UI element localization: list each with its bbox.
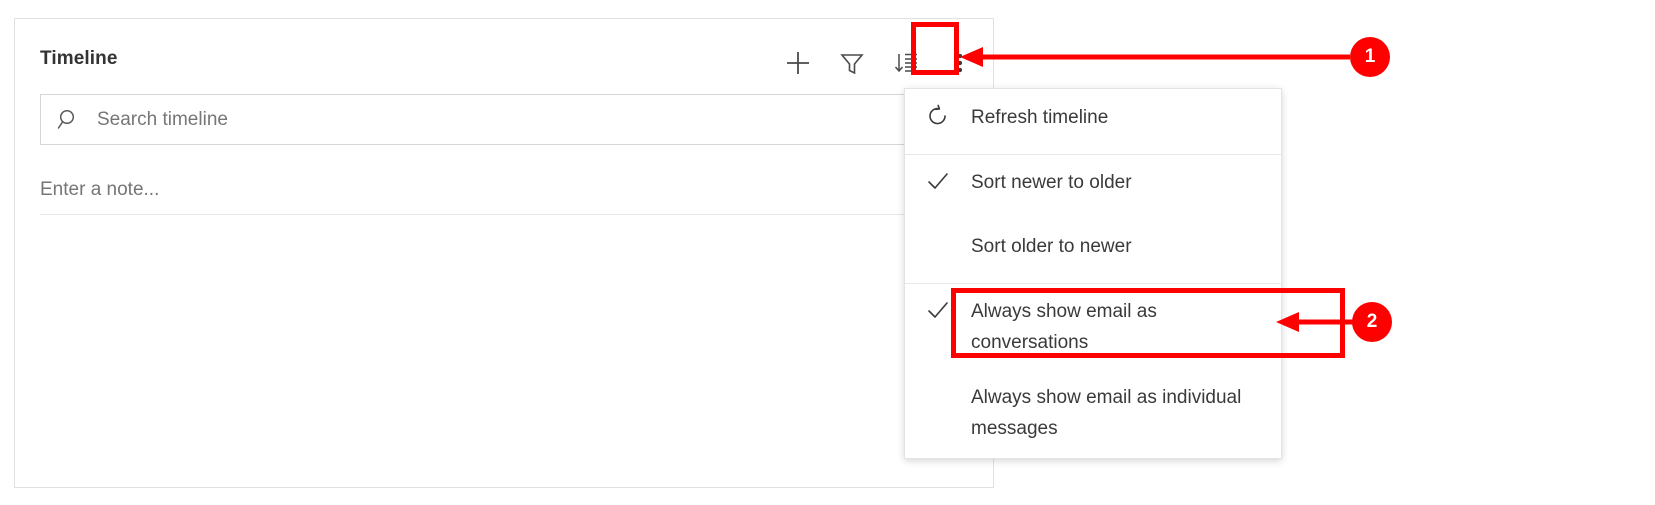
more-commands-button[interactable] bbox=[933, 41, 987, 85]
menu-item-sort-older-to-newer[interactable]: Sort older to newer bbox=[905, 219, 1281, 283]
menu-icon-placeholder bbox=[905, 231, 971, 233]
menu-item-label: Always show email as conversations bbox=[971, 301, 1157, 353]
checkmark-icon bbox=[905, 167, 971, 193]
timeline-panel: Timeline Search timeline Enter a note... bbox=[14, 18, 994, 488]
search-timeline-box[interactable] bbox=[40, 94, 970, 145]
timeline-options-menu: Refresh timeline Sort newer to older Sor… bbox=[904, 88, 1282, 459]
menu-item-always-show-email-as-conversations[interactable]: Always show email as conversations bbox=[905, 284, 1281, 370]
menu-item-label: Sort older to newer bbox=[971, 236, 1132, 257]
page-title: Timeline bbox=[40, 48, 118, 69]
menu-icon-placeholder bbox=[905, 382, 971, 384]
search-input[interactable] bbox=[97, 95, 969, 144]
sort-descending-icon bbox=[892, 49, 920, 77]
checkmark-icon bbox=[905, 296, 971, 322]
filter-button[interactable] bbox=[825, 41, 879, 85]
search-icon bbox=[41, 107, 97, 133]
sort-button[interactable] bbox=[879, 41, 933, 85]
timeline-toolbar bbox=[771, 41, 987, 85]
callout-badge-2: 2 bbox=[1352, 302, 1392, 342]
menu-item-sort-newer-to-older[interactable]: Sort newer to older bbox=[905, 155, 1281, 219]
menu-item-label: Always show email as individual messages bbox=[971, 387, 1242, 439]
menu-item-refresh-timeline[interactable]: Refresh timeline bbox=[905, 90, 1281, 154]
refresh-icon bbox=[905, 102, 971, 128]
funnel-icon bbox=[838, 49, 866, 77]
add-button[interactable] bbox=[771, 41, 825, 85]
more-vertical-icon bbox=[948, 49, 972, 77]
panel-header: Timeline bbox=[15, 19, 993, 91]
note-placeholder: Enter a note... bbox=[40, 178, 160, 200]
callout-badge-1: 1 bbox=[1350, 37, 1390, 77]
callout-arrow-2 bbox=[1276, 312, 1363, 332]
menu-item-label: Refresh timeline bbox=[971, 107, 1109, 128]
menu-item-label: Sort newer to older bbox=[971, 172, 1132, 193]
callout-arrow-1 bbox=[960, 47, 1350, 67]
plus-icon bbox=[783, 48, 813, 78]
note-input-row[interactable]: Enter a note... bbox=[40, 165, 970, 215]
menu-item-always-show-email-as-individual-messages[interactable]: Always show email as individual messages bbox=[905, 370, 1281, 456]
